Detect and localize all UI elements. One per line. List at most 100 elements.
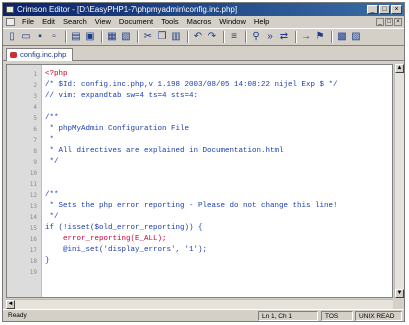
replace-icon[interactable]: ⇄ [278,31,290,43]
line-number: 11 [29,181,37,188]
tab-config-inc-php[interactable]: config.inc.php [6,48,74,61]
menu-view[interactable]: View [91,16,115,28]
code-text: * [45,136,55,144]
goto-icon[interactable]: → [300,31,312,43]
code-line: 3 // vim: expandtab sw=4 ts=4 sts=4: [7,91,392,102]
scroll-down-button[interactable]: ▼ [395,289,404,298]
title-bar: Crimson Editor - [D:\EasyPHP1-7\phpmyadm… [3,3,404,16]
print-preview-icon[interactable]: ▧ [120,31,132,43]
code-line: 14 */ [7,212,392,223]
toggle-icon[interactable]: ▩ [336,31,348,43]
print-icon[interactable]: ▦ [106,31,118,43]
redo-icon[interactable]: ↷ [206,31,218,43]
code-line: 19 [7,267,392,278]
menu-search[interactable]: Search [59,16,91,28]
status-message: Ready [8,312,27,319]
mdi-close-button[interactable]: × [394,18,402,26]
undo-icon[interactable]: ↶ [192,31,204,43]
line-number: 12 [29,192,37,199]
open-icon[interactable]: ▤ [70,31,82,43]
app-icon [6,6,14,13]
menu-window[interactable]: Window [215,16,250,28]
menu-tools[interactable]: Tools [157,16,183,28]
code-text: // vim: expandtab sw=4 ts=4 sts=4: [45,92,199,100]
code-line: 12 /** [7,190,392,201]
bookmark-icon[interactable]: ⚑ [314,31,326,43]
line-number: 13 [29,203,37,210]
code-text: error_reporting(E_ALL); [45,235,167,243]
php-file-icon [10,52,17,58]
cut-icon[interactable]: ✂ [142,31,154,43]
minimize-button[interactable]: _ [367,5,378,14]
line-number: 2 [33,82,37,89]
code-text: /** [45,191,59,199]
line-number: 4 [33,104,37,111]
paste-icon[interactable]: ▥ [170,31,182,43]
vertical-scrollbar[interactable]: ▲ ▼ [394,64,404,298]
cursor-position: Ln 1, Ch 1 [258,311,318,321]
status-bar: Ready Ln 1, Ch 1 TOS UNIX READ [3,309,404,321]
find-icon[interactable]: ⚲ [250,31,262,43]
open-folder-icon[interactable]: ▭ [20,31,32,43]
file-mode: UNIX READ [355,311,402,321]
copy-icon[interactable]: ❐ [156,31,168,43]
mdi-restore-button[interactable]: □ [385,18,393,26]
code-line: 1 <?php [7,69,392,80]
code-line: 17 @ini_set('display_errors', '1'); [7,245,392,256]
line-number: 6 [33,126,37,133]
code-line: 15 if (!isset($old_error_reporting)) { [7,223,392,234]
mdi-minimize-button[interactable]: _ [376,18,384,26]
toolbar-separator [101,31,103,43]
code-line: 2 /* $Id: config.inc.php,v 1.198 2003/08/… [7,80,392,91]
menu-bar: File Edit Search View Document Tools Macros Win… [3,16,404,28]
tab-label: config.inc.php [20,50,67,59]
menu-edit[interactable]: Edit [38,16,59,28]
line-number: 5 [33,115,37,122]
save-disk-icon[interactable]: ▣ [84,31,96,43]
scroll-left-button[interactable]: ◄ [6,300,15,309]
code-line: 6 * phpMyAdmin Configuration File [7,124,392,135]
save-icon[interactable]: ▪ [34,31,46,43]
view-icon[interactable]: ▨ [350,31,362,43]
line-number: 15 [29,225,37,232]
find-next-icon[interactable]: » [264,31,276,43]
horizontal-scrollbar[interactable]: ◄ [6,299,393,309]
scroll-up-button[interactable]: ▲ [395,64,404,73]
document-tab-bar: config.inc.php [3,46,404,61]
menu-file[interactable]: File [18,16,38,28]
code-text: @ini_set('display_errors', '1'); [45,246,208,254]
toolbar-separator [137,31,139,43]
toolbar-separator [245,31,247,43]
code-line: 9 */ [7,157,392,168]
close-button[interactable]: × [391,5,402,14]
code-text: /* $Id: config.inc.php,v 1.198 2003/08/0… [45,81,338,89]
line-number: 7 [33,137,37,144]
code-text: * phpMyAdmin Configuration File [45,125,190,133]
line-number: 16 [29,236,37,243]
code-text: } [45,257,50,265]
document-menu-icon[interactable] [6,18,15,26]
line-number: 10 [29,170,37,177]
list-icon[interactable]: ≡ [228,31,240,43]
code-editor[interactable]: 1 <?php 2 /* $Id: config.inc.php,v 1.198 20… [6,64,393,298]
toolbar-separator [223,31,225,43]
toolbar: ▯ ▭ ▪ ▫ ▤ ▣ ▦ ▧ ✂ ❐ ▥ ↶ ↷ ≡ ⚲» ⇄ → ⚑ ▩ ▨ [3,28,404,46]
line-number: 3 [33,93,37,100]
code-text: /** [45,114,59,122]
new-file-icon[interactable]: ▯ [6,31,18,43]
maximize-button[interactable]: □ [379,5,390,14]
line-number: 18 [29,258,37,265]
line-number: 17 [29,247,37,254]
editor-window: Crimson Editor - [D:\EasyPHP1-7\phpmyadm… [2,2,405,322]
menu-macros[interactable]: Macros [183,16,216,28]
menu-help[interactable]: Help [250,16,273,28]
menu-document[interactable]: Document [115,16,157,28]
line-number: 9 [33,159,37,166]
toolbar-separator [295,31,297,43]
window-title: Crimson Editor - [D:\EasyPHP1-7\phpmyadm… [17,5,238,14]
line-number: 19 [29,269,37,276]
code-line: 11 [7,179,392,190]
toolbar-separator [331,31,333,43]
code-line: 13 * Sets the php error reporting - Plea… [7,201,392,212]
save-all-icon[interactable]: ▫ [48,31,60,43]
